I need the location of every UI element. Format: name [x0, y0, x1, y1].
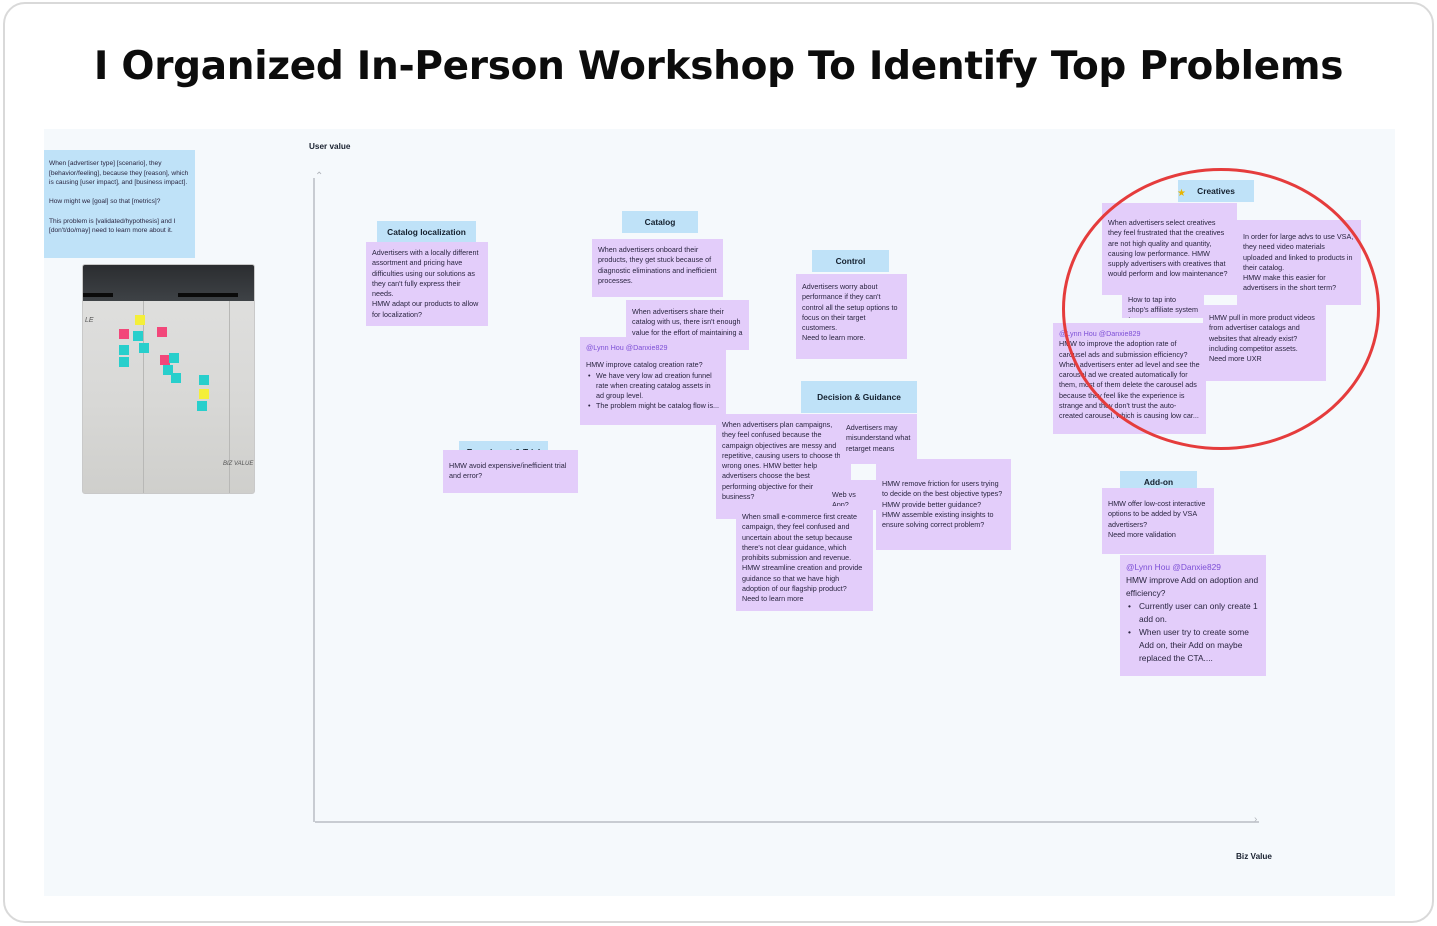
note-heading: HMW improve Add on adoption and efficien… — [1126, 574, 1259, 598]
mention-tag[interactable]: @Lynn Hou @Danxie829 — [1126, 561, 1260, 574]
photo-sticky-note — [199, 389, 209, 399]
note-bullet: When user try to create some Add on, the… — [1126, 626, 1260, 664]
mention-tag[interactable]: @Lynn Hou @Danxie829 — [586, 343, 720, 353]
note-bullet: The problem might be catalog flow is... — [586, 401, 720, 412]
y-axis-label: User value — [309, 142, 351, 151]
photo-wall-seam — [143, 301, 144, 493]
photo-sticky-note — [135, 315, 145, 325]
sticky-note-decision[interactable]: When small e-commerce first create campa… — [736, 506, 873, 611]
label-control[interactable]: Control — [812, 250, 889, 272]
photo-sticky-note — [197, 401, 207, 411]
sticky-note-decision[interactable]: HMW remove friction for users trying to … — [876, 459, 1011, 550]
photo-wall-text: BIZ VALUE — [223, 461, 254, 467]
photo-sticky-note — [169, 353, 179, 363]
photo-sticky-note — [171, 373, 181, 383]
sticky-note-catalog[interactable]: When advertisers onboard their products,… — [592, 239, 723, 297]
page-title: I Organized In-Person Workshop To Identi… — [93, 44, 1344, 89]
sticky-note-experiment-trial[interactable]: HMW avoid expensive/inefficient trial an… — [443, 450, 578, 493]
template-note[interactable]: When [advertiser type] [scenario], they … — [44, 150, 195, 258]
label-catalog[interactable]: Catalog — [622, 211, 698, 233]
photo-sticky-note — [157, 327, 167, 337]
photo-sticky-note — [133, 331, 143, 341]
photo-sticky-note — [199, 375, 209, 385]
x-axis-arrow-icon: › — [1254, 814, 1258, 825]
sticky-note-catalog-mention[interactable]: @Lynn Hou @Danxie829 HMW improve catalog… — [580, 337, 726, 425]
note-heading: HMW improve catalog creation rate? — [586, 360, 703, 370]
highlight-circle — [1062, 168, 1380, 450]
workshop-photo[interactable]: LE BIZ VALUE — [82, 264, 255, 494]
photo-wall-text: LE — [85, 317, 94, 324]
x-axis-line — [315, 821, 1259, 823]
photo-light — [83, 293, 113, 297]
note-bullet: Currently user can only create 1 add on. — [1126, 600, 1260, 626]
sticky-note-control[interactable]: Advertisers worry about performance if t… — [796, 274, 907, 359]
photo-light — [178, 293, 238, 297]
photo-sticky-note — [119, 357, 129, 367]
label-catalog-localization[interactable]: Catalog localization — [377, 221, 476, 243]
x-axis-label: Biz Value — [1236, 852, 1272, 861]
y-axis-arrow-icon: ⌃ — [315, 171, 324, 182]
y-axis-line — [313, 178, 315, 822]
label-decision-guidance[interactable]: Decision & Guidance — [801, 381, 917, 413]
sticky-note-decision[interactable]: Advertisers may misunderstand what retar… — [840, 414, 917, 464]
photo-sticky-note — [119, 345, 129, 355]
sticky-note-catalog-localization[interactable]: Advertisers with a locally different ass… — [366, 242, 488, 326]
note-bullet: We have very low ad creation funnel rate… — [586, 371, 720, 402]
photo-sticky-note — [119, 329, 129, 339]
photo-sticky-note — [139, 343, 149, 353]
sticky-note-add-on-mention[interactable]: @Lynn Hou @Danxie829 HMW improve Add on … — [1120, 555, 1266, 676]
sticky-note-add-on[interactable]: HMW offer low-cost interactive options t… — [1102, 488, 1214, 554]
